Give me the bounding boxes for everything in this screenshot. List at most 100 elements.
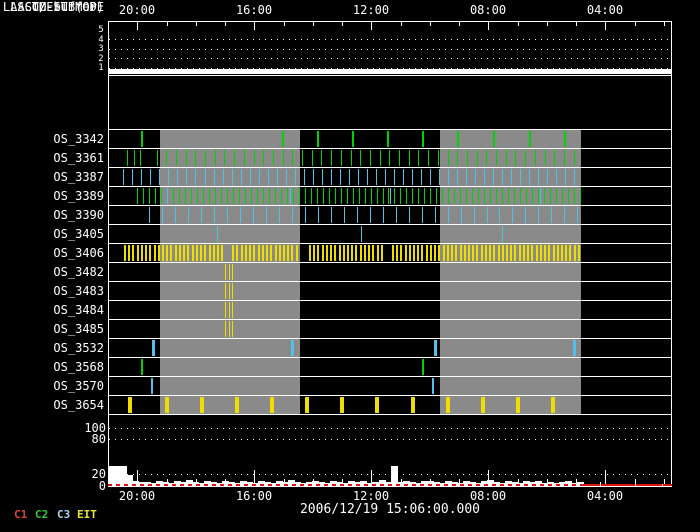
event-tick (334, 245, 336, 261)
event-tick (349, 169, 350, 185)
event-tick (143, 188, 144, 204)
event-tick (438, 245, 440, 261)
buffer-post-spike (600, 482, 601, 486)
observation-window-band (440, 282, 581, 300)
event-tick (352, 131, 354, 147)
event-tick (155, 188, 156, 204)
tm-gridline (109, 58, 671, 59)
event-tick (527, 245, 529, 261)
event-tick (464, 245, 466, 261)
event-tick (266, 207, 267, 223)
event-tick (547, 169, 548, 185)
event-tick (309, 245, 311, 261)
observation-window-band (440, 263, 581, 281)
event-tick (514, 245, 516, 261)
top-axis-tick (430, 22, 431, 26)
event-tick (331, 150, 332, 166)
event-tick (484, 169, 485, 185)
observation-window-band (160, 339, 300, 357)
event-tick (512, 207, 513, 223)
event-tick (519, 245, 521, 261)
event-tick (365, 188, 366, 204)
observation-window-band (160, 130, 300, 148)
event-tick (223, 169, 224, 185)
event-tick (421, 169, 422, 185)
event-tick (305, 207, 306, 223)
event-tick (396, 207, 397, 223)
event-tick (514, 188, 515, 204)
tm-gridline (109, 39, 671, 40)
event-tick (502, 188, 503, 204)
event-tick (446, 397, 450, 413)
os-rows-bottom-divider (108, 414, 672, 415)
top-axis-tick (196, 22, 197, 26)
event-tick (461, 207, 462, 223)
event-tick (409, 150, 410, 166)
os-row-label: OS_3532 (0, 341, 104, 355)
event-tick (161, 188, 162, 204)
event-tick (221, 245, 223, 261)
top-axis-tick (459, 22, 460, 26)
event-tick (168, 169, 169, 185)
event-tick (477, 150, 478, 166)
event-tick (232, 283, 233, 299)
event-tick (304, 169, 305, 185)
event-tick (339, 245, 341, 261)
event-tick (259, 169, 260, 185)
event-tick (396, 245, 398, 261)
event-tick (536, 245, 538, 261)
event-tick (341, 150, 342, 166)
event-tick (227, 188, 228, 204)
top-axis-label: 08:00 (466, 3, 510, 17)
event-tick (372, 245, 374, 261)
event-tick (493, 245, 495, 261)
os-row-label: OS_3483 (0, 284, 104, 298)
os-row-label: OS_3654 (0, 398, 104, 412)
event-tick (290, 188, 291, 204)
observation-window-band (160, 301, 300, 319)
event-tick (565, 245, 567, 261)
event-tick (203, 188, 204, 204)
event-tick (229, 321, 230, 337)
event-tick (241, 169, 242, 185)
observation-window-band (440, 187, 581, 205)
event-tick (175, 245, 177, 261)
event-tick (232, 302, 233, 318)
event-tick (200, 245, 202, 261)
event-tick (544, 188, 545, 204)
event-tick (389, 150, 390, 166)
event-tick (554, 150, 555, 166)
event-tick (322, 169, 323, 185)
event-tick (225, 302, 226, 318)
top-axis-tick (342, 22, 343, 26)
event-tick (249, 245, 251, 261)
event-tick (351, 150, 352, 166)
event-tick (235, 397, 239, 413)
buffer-gridline (109, 428, 671, 429)
event-tick (217, 245, 219, 261)
os-row-label: OS_3568 (0, 360, 104, 374)
event-tick (525, 150, 526, 166)
event-tick (394, 169, 395, 185)
lasco-buffer-label: LASCO-buffer (0, 0, 97, 14)
event-tick (499, 207, 500, 223)
event-tick (137, 188, 138, 204)
event-tick (466, 169, 467, 185)
event-tick (371, 188, 372, 204)
event-tick (299, 188, 300, 204)
event-tick (134, 150, 135, 166)
buffer-scale-label: 80 (70, 433, 106, 446)
event-tick (448, 169, 449, 185)
event-tick (360, 245, 362, 261)
event-tick (215, 150, 216, 166)
event-tick (375, 397, 379, 413)
event-tick (430, 188, 431, 204)
event-tick (227, 207, 228, 223)
observation-window-band (160, 168, 300, 186)
event-tick (225, 264, 226, 280)
event-tick (434, 340, 437, 356)
event-tick (150, 169, 151, 185)
event-tick (149, 188, 150, 204)
event-tick (392, 245, 394, 261)
event-tick (564, 150, 565, 166)
